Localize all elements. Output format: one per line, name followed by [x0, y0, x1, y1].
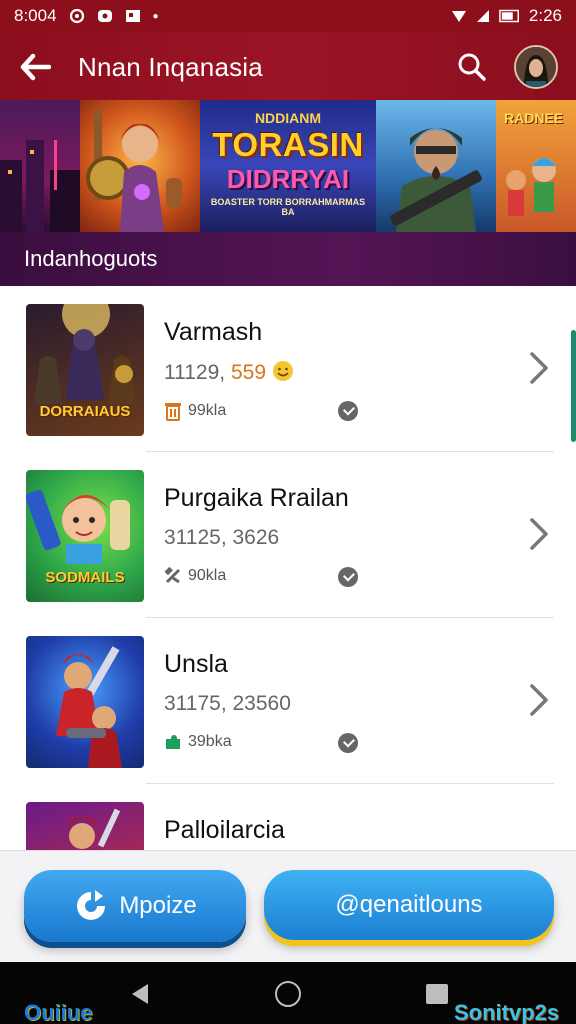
message-icon: [97, 10, 112, 22]
banner-tile-city[interactable]: [0, 100, 80, 232]
game-title: Purgaika Rrailan: [164, 484, 349, 512]
nav-logo-left: Ouiiue: [24, 1000, 93, 1024]
chevron-right-icon[interactable]: [520, 516, 556, 552]
soldier-character-illustration: [390, 128, 482, 232]
battery-icon: [499, 9, 519, 23]
check-status-icon: [338, 567, 358, 587]
game-title: Varmash: [164, 318, 263, 346]
nav-recents-icon[interactable]: [426, 984, 448, 1004]
game-meta: 39bka: [164, 733, 232, 751]
chevron-right-icon[interactable]: [520, 682, 556, 718]
image-icon: [125, 10, 140, 22]
warrior-character-illustration: [86, 110, 182, 232]
page-title: Nnan Inqanasia: [78, 51, 263, 82]
search-icon: [458, 53, 486, 81]
banner-game-logo: NDDIANM TORASIN DIDRRYAI BOASTER TORR BO…: [210, 110, 366, 217]
game-stat: 11129, 559: [164, 360, 294, 385]
banner-tile-heroes[interactable]: RADNEE: [496, 100, 576, 232]
signal-icon: [476, 10, 489, 22]
game-logo: DORRAIAUS: [39, 403, 131, 420]
game-stat: 31125, 3626: [164, 526, 280, 549]
check-status-icon: [338, 401, 358, 421]
section-title: Indanhoguots: [24, 246, 158, 271]
game-meta: 90kla: [164, 567, 226, 585]
system-nav-bar: Ouiiue Sonitvp2s: [0, 962, 576, 1024]
nav-back-icon[interactable]: [132, 984, 148, 1004]
trash-icon: [165, 403, 181, 421]
status-bar: 8:004 ● 2:26: [0, 0, 576, 32]
banner-tile-soldier[interactable]: [376, 100, 496, 232]
battery-text: 2:26: [528, 6, 562, 25]
featured-banner[interactable]: NDDIANM TORASIN DIDRRYAI BOASTER TORR BO…: [0, 100, 576, 232]
more-notifications-icon: ●: [152, 10, 159, 22]
game-stat-highlight: 559: [230, 361, 267, 384]
status-time: 8:004: [14, 6, 57, 25]
game-thumbnail[interactable]: DORRAIAUS: [26, 304, 144, 436]
user-avatar-icon: [516, 47, 556, 87]
search-button[interactable]: [452, 47, 492, 87]
primary-action-label: Mpoize: [119, 892, 197, 919]
primary-action-button[interactable]: Mpoize: [24, 870, 246, 942]
game-logo: SODMAILS: [45, 569, 125, 586]
wifi-icon: [451, 11, 466, 22]
tools-icon: [164, 567, 181, 584]
action-bar: Mpoize @qenaitlouns: [0, 850, 576, 962]
avatar[interactable]: [514, 45, 558, 89]
app-bar: Nnan Inqanasia: [0, 32, 576, 102]
nav-logo-right: Sonitvp2s: [454, 1000, 560, 1024]
smiley-icon: [272, 361, 293, 381]
list-item[interactable]: DORRAIAUS Varmash 11129, 559 99kla: [0, 286, 576, 452]
nav-home-icon[interactable]: [275, 981, 301, 1007]
back-arrow-icon: [20, 53, 51, 81]
banner-tile-logo: RADNEE: [504, 110, 564, 126]
game-title: Unsla: [164, 650, 228, 678]
game-thumbnail[interactable]: [26, 636, 144, 768]
banner-tile-warrior[interactable]: [80, 100, 200, 232]
secondary-action-button[interactable]: @qenaitlouns: [264, 870, 554, 940]
settings-icon: [69, 8, 84, 24]
game-title: Palloilarcia: [164, 816, 285, 844]
scrollbar[interactable]: [571, 330, 576, 442]
check-status-icon: [338, 733, 358, 753]
back-button[interactable]: [0, 32, 70, 102]
red-heroes-illustration: [56, 646, 122, 768]
game-stat: 31175, 23560: [164, 692, 291, 715]
refresh-icon: [77, 890, 106, 920]
city-night-illustration: [0, 140, 80, 232]
list-item[interactable]: SODMAILS Purgaika Rrailan 31125, 3626 90…: [0, 452, 576, 618]
section-header: Indanhoguots: [0, 232, 576, 286]
game-meta: 99kla: [164, 401, 226, 421]
banner-tile-title[interactable]: NDDIANM TORASIN DIDRRYAI BOASTER TORR BO…: [200, 100, 376, 232]
game-thumbnail[interactable]: SODMAILS: [26, 470, 144, 602]
chevron-right-icon[interactable]: [520, 350, 556, 386]
puzzle-icon: [166, 735, 180, 749]
secondary-action-label: @qenaitlouns: [335, 891, 483, 918]
list-item[interactable]: Unsla 31175, 23560 39bka: [0, 618, 576, 784]
